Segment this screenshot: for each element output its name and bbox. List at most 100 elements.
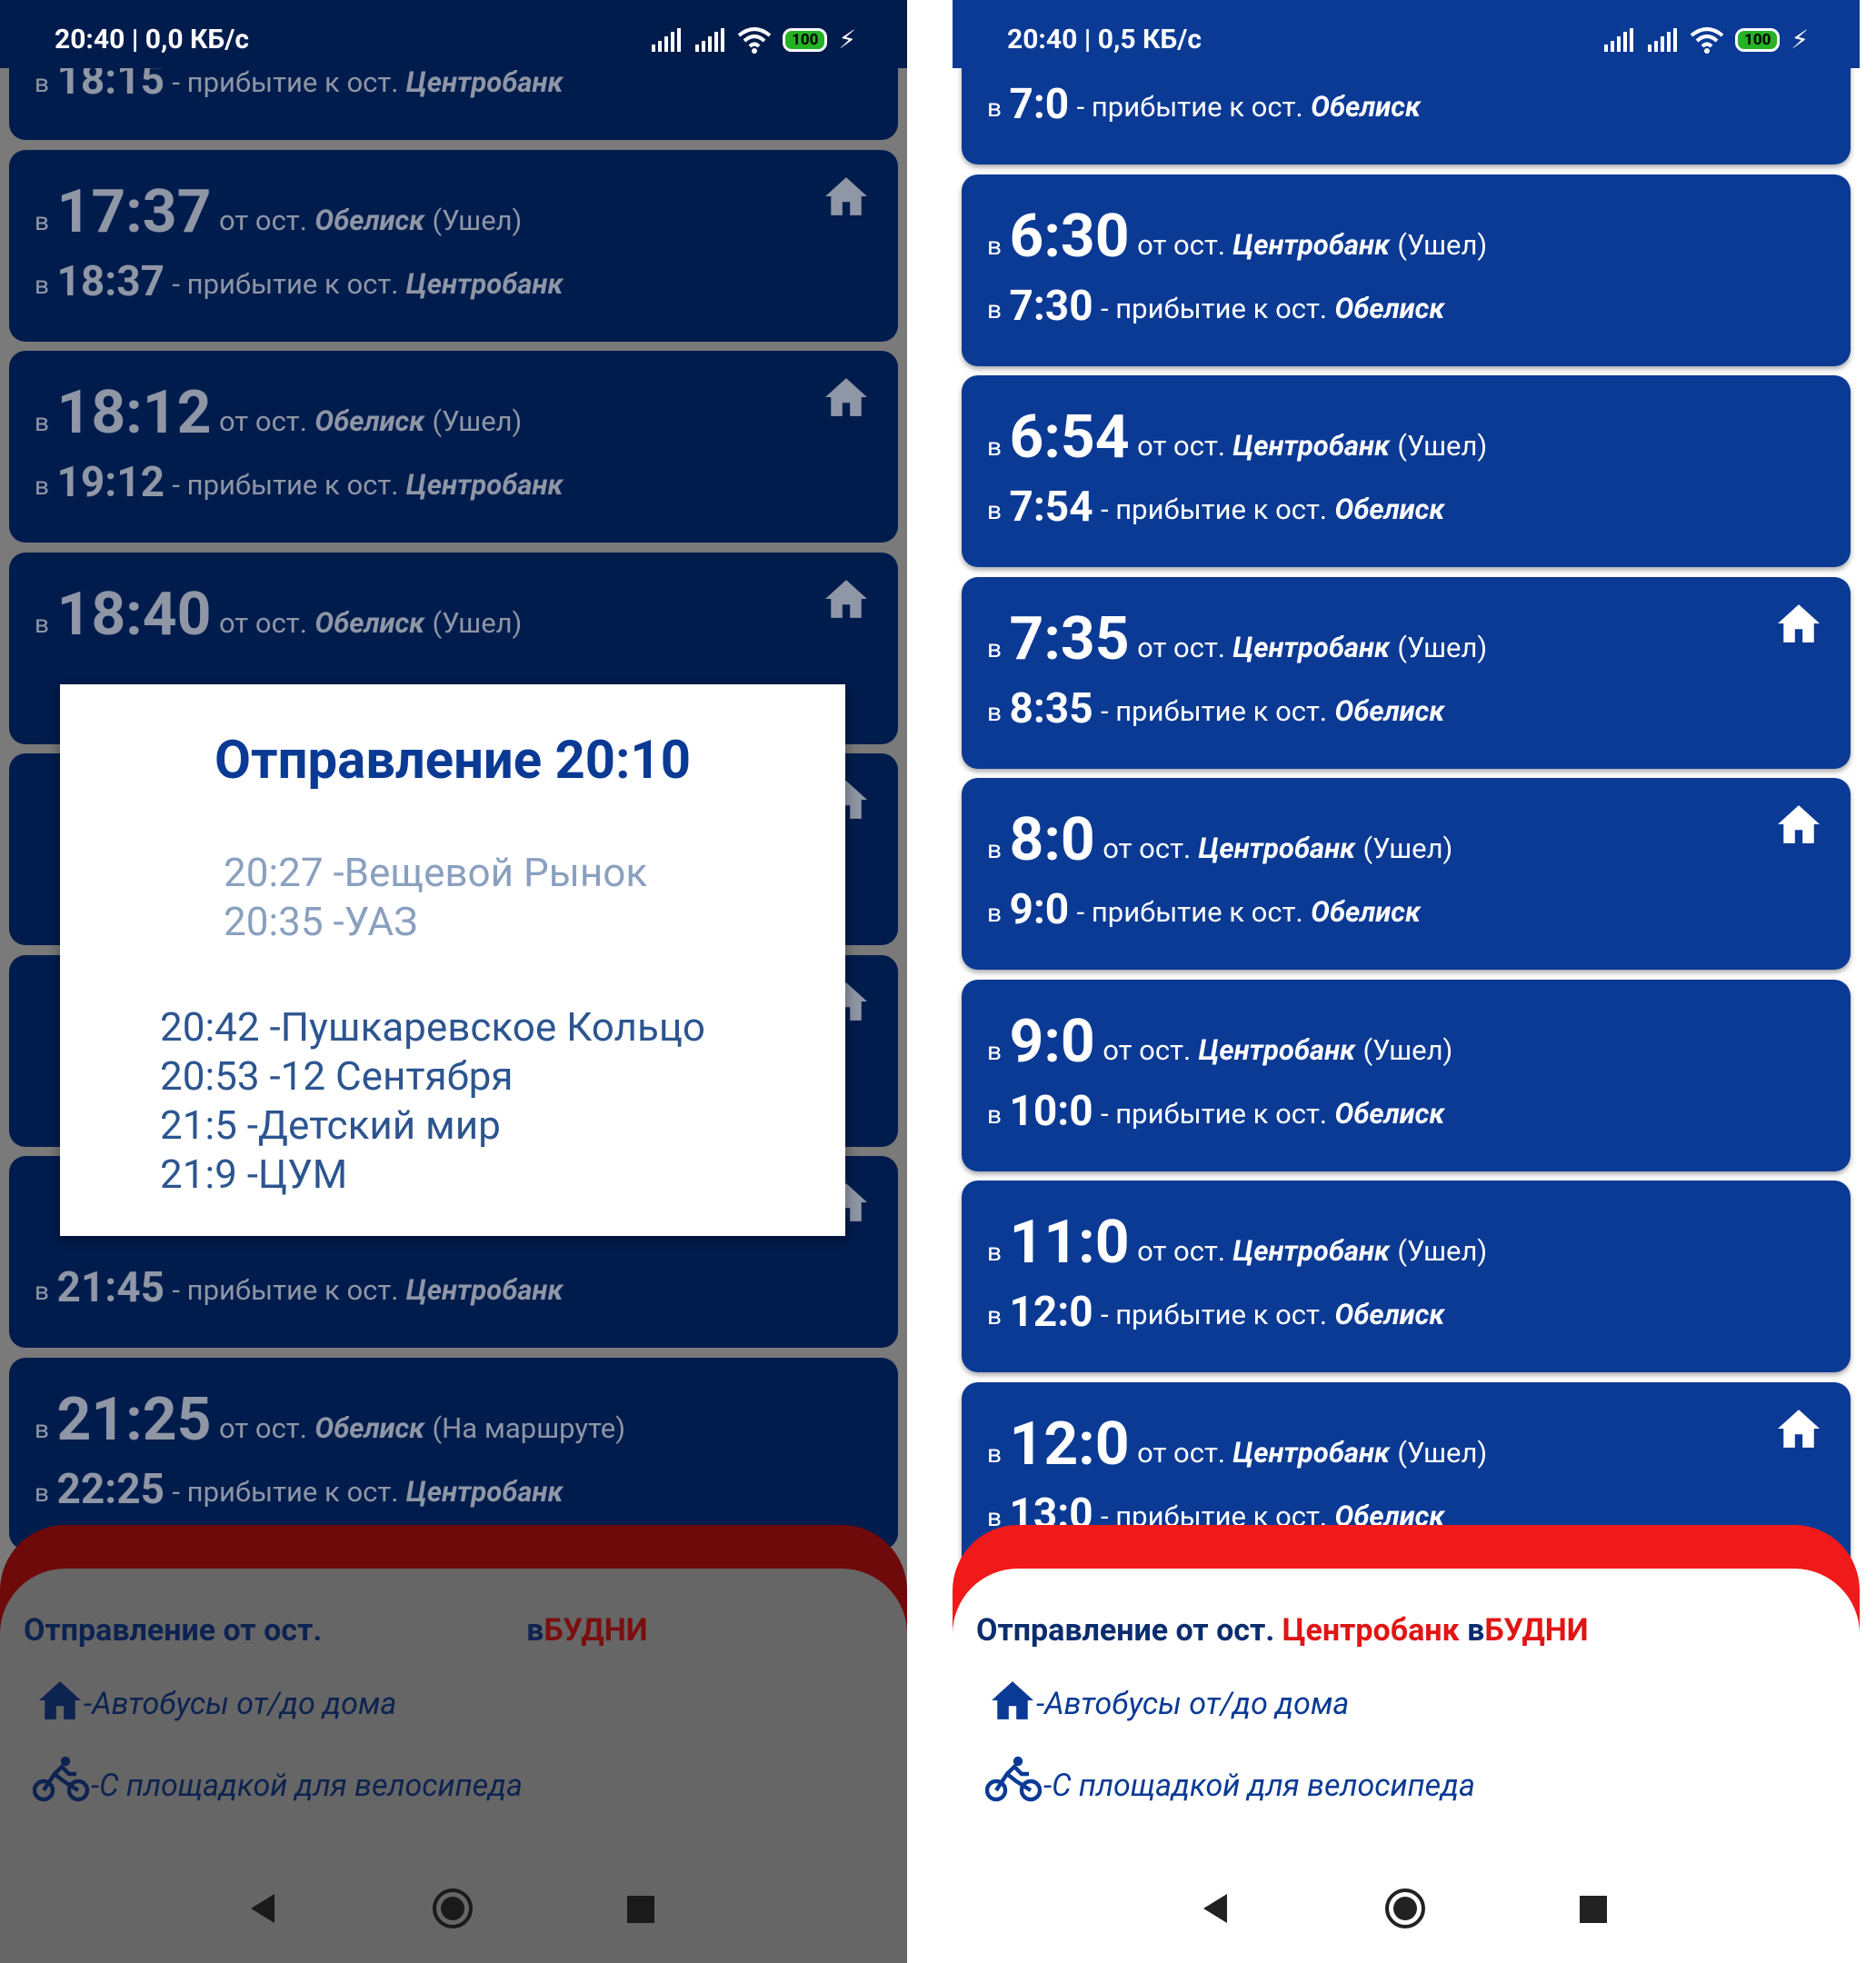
departure-dialog[interactable]: Отправление 20:10 20:27 -Вещевой Рынок 2… [60, 684, 845, 1236]
prefix: в [35, 407, 50, 437]
from-stop-label: от ост. [218, 203, 307, 237]
home-icon [1778, 805, 1820, 843]
departure-time: 18:12 [56, 378, 212, 448]
prefix: в [987, 1099, 1003, 1130]
prefix: в [35, 68, 50, 98]
prefix: в [35, 269, 50, 300]
schedule-card[interactable]: в 21:25 от ост. Обелиск (На маршруте) в 2… [9, 1357, 898, 1549]
status-time: 20:40 | 0,0 КБ/с [55, 24, 249, 55]
stop-name: Обелиск [314, 404, 425, 438]
charging-icon: ⚡ [838, 25, 856, 55]
destination-name: Обелиск [1334, 493, 1445, 526]
navigation-bar [0, 1854, 907, 1963]
departure-heading: Отправление от ост. Центробанк вБУДНИ [976, 1612, 1589, 1649]
stop-name: Центробанк [1198, 1032, 1356, 1067]
passed-stop: 20:27 -Вещевой Рынок [224, 849, 648, 896]
trip-status: (Ушел) [1397, 630, 1488, 664]
departure-time: 9:0 [1009, 1006, 1095, 1077]
nav-back-icon[interactable] [1200, 1892, 1231, 1925]
destination-name: Центробанк [405, 266, 564, 301]
stop-name: Обелиск [314, 203, 425, 237]
departure-line: в 6:30 от ост. Центробанк (Ушел) [987, 202, 1487, 272]
arrival-time: 18:37 [56, 256, 165, 306]
arrival-time: 7:30 [1009, 281, 1093, 331]
departure-line: в 12:0 от ост. Центробанк (Ушел) [987, 1410, 1487, 1480]
schedule-card[interactable]: в 9:0 от ост. Центробанк (Ушел) в 10:0 - … [962, 979, 1851, 1171]
nav-home-icon[interactable] [431, 1887, 474, 1930]
from-stop-label: от ост. [218, 1410, 307, 1445]
schedule-card[interactable]: в 17:37 от ост. Обелиск (Ушел) в 18:37 - … [9, 149, 898, 342]
upcoming-stop: 21:5 -Детский мир [160, 1101, 501, 1149]
schedule-card[interactable]: в 6:30 от ост. Центробанк (Ушел) в 7:30 -… [962, 174, 1851, 366]
from-stop-label: от ост. [1137, 630, 1226, 664]
arrival-label: - прибытие к ост. [172, 65, 399, 99]
schedule-card[interactable]: в 18:12 от ост. Обелиск (Ушел) в 19:12 - … [9, 351, 898, 543]
stop-name: Центробанк [1232, 1435, 1390, 1470]
home-icon [825, 579, 867, 618]
arrival-label: - прибытие к ост. [1076, 895, 1303, 929]
upcoming-stop: 20:53 -12 Сентября [160, 1052, 514, 1100]
destination-name: Обелиск [1311, 90, 1421, 124]
arrival-label: - прибытие к ост. [172, 468, 399, 502]
arrival-label: - прибытие к ост. [172, 1273, 399, 1307]
stop-name: Обелиск [314, 1410, 425, 1445]
arrival-label: - прибытие к ост. [1101, 1298, 1328, 1331]
upcoming-stop: 21:9 -ЦУМ [160, 1151, 348, 1198]
status-time: 20:40 | 0,5 КБ/с [1007, 24, 1202, 55]
from-stop-label: от ост. [1103, 1032, 1192, 1067]
prefix: в [987, 93, 1003, 123]
schedule-card[interactable]: в 7:35 от ост. Центробанк (Ушел) в 8:35 -… [962, 576, 1851, 769]
navigation-bar [953, 1854, 1860, 1963]
arrival-line: в 18:37 - прибытие к ост. Центробанк [35, 257, 563, 306]
arrival-time: 8:35 [1009, 683, 1093, 733]
nav-home-icon[interactable] [1383, 1887, 1427, 1930]
arrival-time: 21:45 [56, 1263, 165, 1312]
nav-recents-icon[interactable] [1580, 1896, 1607, 1923]
destination-name: Центробанк [405, 1474, 564, 1509]
stop-name: Центробанк [1198, 832, 1356, 865]
status-bar: 20:40 | 0,0 КБ/с 100 ⚡ [0, 0, 907, 68]
destination-name: Центробанк [405, 468, 564, 502]
bottom-panel: Отправление от ост. вБУДНИ -Автобусы от/… [0, 1569, 907, 1854]
prefix: в [987, 294, 1003, 324]
passed-stops: 20:27 -Вещевой Рынок 20:35 -УАЗ [224, 848, 647, 946]
prefix: в [987, 1237, 1003, 1267]
nav-back-icon[interactable] [247, 1892, 278, 1925]
arrival-label: - прибытие к ост. [172, 1474, 399, 1509]
signal-icon [1648, 28, 1678, 52]
arrival-time: 10:0 [1009, 1086, 1093, 1136]
departure-line: в 18:40 от ост. Обелиск (Ушел) [35, 580, 522, 650]
departure-line: в 6:54 от ост. Центробанк (Ушел) [987, 403, 1487, 473]
arrival-line: в 12:0 - прибытие к ост. Обелиск [987, 1288, 1444, 1337]
home-icon [825, 378, 867, 416]
departure-time: 11:0 [1009, 1208, 1130, 1278]
arrival-line: в 10:0 - прибытие к ост. Обелиск [987, 1087, 1444, 1136]
destination-name: Обелиск [1334, 693, 1445, 728]
arrival-label: - прибытие к ост. [1101, 291, 1328, 325]
prefix: в [35, 1276, 50, 1306]
departure-line: в 17:37 от ост. Обелиск (Ушел) [35, 177, 522, 247]
departure-time: 7:35 [1009, 603, 1130, 674]
departure-time: 6:54 [1009, 403, 1130, 473]
schedule-card[interactable]: в 6:54 от ост. Центробанк (Ушел) в 7:54 -… [962, 375, 1851, 567]
battery-icon: 100 [1735, 28, 1781, 52]
charging-icon: ⚡ [1791, 25, 1809, 55]
arrival-time: 12:0 [1009, 1288, 1093, 1337]
from-stop-label: от ост. [218, 605, 307, 640]
from-stop-label: от ост. [1137, 1435, 1226, 1470]
stop-name: Обелиск [314, 605, 425, 640]
right-screen: 20:40 | 0,5 КБ/с 100 ⚡ в 7:0 - прибытие … [953, 0, 1860, 1963]
prefix: в [987, 898, 1003, 928]
prefix: в [35, 205, 50, 236]
nav-recents-icon[interactable] [627, 1896, 654, 1923]
schedule-card[interactable]: в 8:0 от ост. Центробанк (Ушел) в 9:0 - п… [962, 778, 1851, 970]
destination-name: Центробанк [405, 1273, 564, 1307]
from-stop-label: от ост. [1103, 832, 1192, 865]
prefix: в [35, 1477, 50, 1508]
departure-heading: Отправление от ост. вБУДНИ [24, 1612, 648, 1649]
bottom-panel: Отправление от ост. Центробанк вБУДНИ -А… [953, 1569, 1860, 1854]
prefix: в [987, 633, 1003, 663]
schedule-card[interactable]: в 11:0 от ост. Центробанк (Ушел) в 12:0 -… [962, 1181, 1851, 1372]
departure-line: в 21:25 от ост. Обелиск (На маршруте) [35, 1385, 625, 1455]
legend-bike: -С площадкой для велосипеда [32, 1756, 523, 1804]
